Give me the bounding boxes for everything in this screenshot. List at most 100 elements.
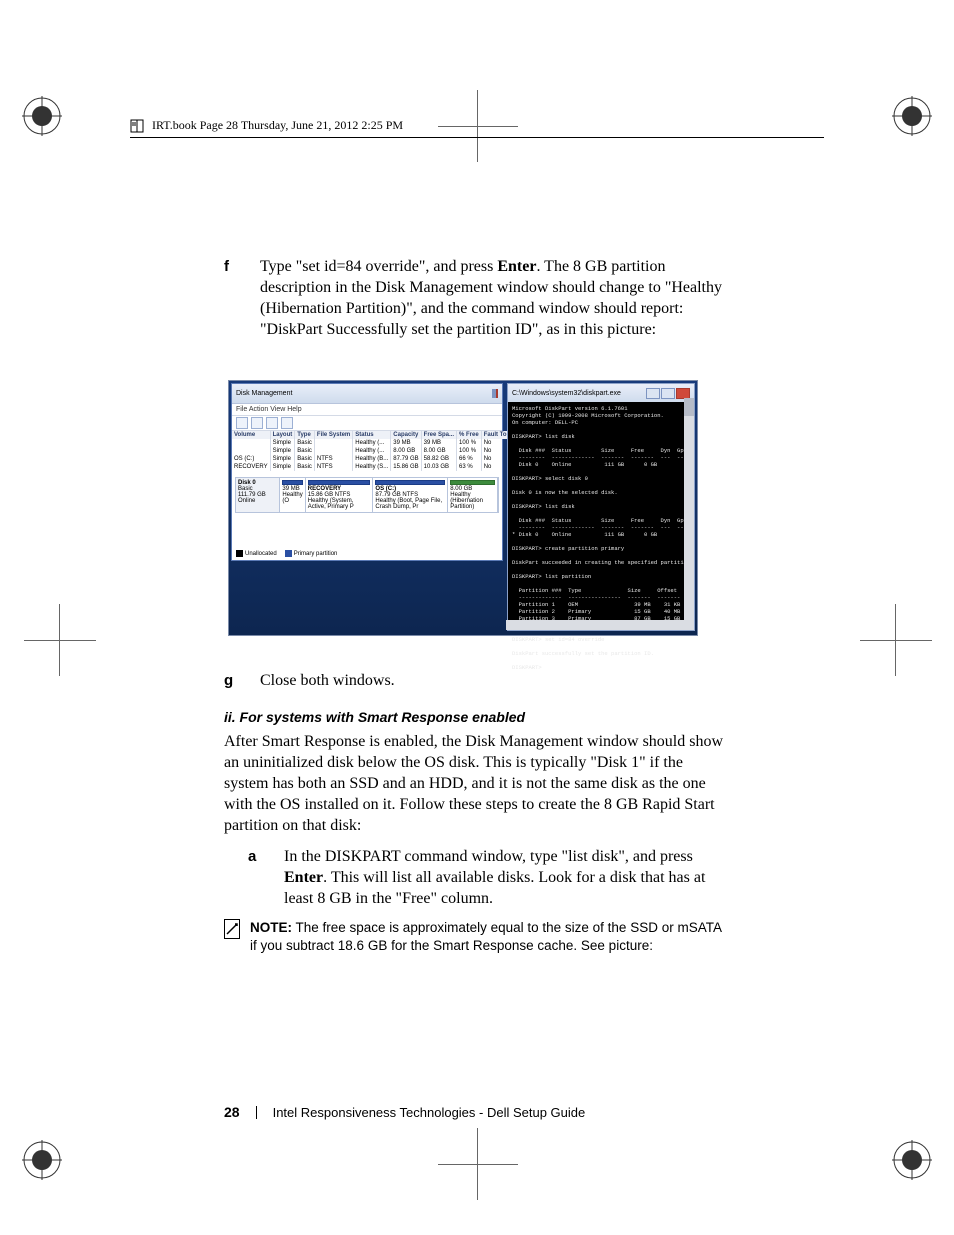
table-row[interactable]: SimpleBasicHealthy (...39 MB39 MB100 %No [232,439,530,447]
window-title: C:\Windows\system32\diskpart.exe [512,390,621,397]
legend: Unallocated Primary partition [236,550,337,557]
menu-bar[interactable]: File Action View Help [232,404,502,416]
document-page: IRT.book Page 28 Thursday, June 21, 2012… [0,0,954,1235]
sub-heading: ii. For systems with Smart Response enab… [224,709,726,725]
table-cell [314,439,352,447]
table-cell: Basic [295,439,315,447]
table-cell: NTFS [314,455,352,463]
table-cell: Basic [295,463,315,471]
partition-block[interactable]: RECOVERY 15.86 GB NTFS Healthy (System, … [306,478,374,512]
book-icon [130,119,144,133]
crop-mark-icon [438,1164,518,1165]
table-cell: 39 MB [391,439,421,447]
step-letter: f [224,256,246,340]
note-icon [224,919,240,939]
col-header[interactable]: Type [295,431,315,439]
col-header[interactable]: Capacity [391,431,421,439]
table-cell [232,447,270,455]
registration-mark-icon [22,96,62,136]
toolbar [232,416,502,431]
crop-mark-icon [477,1128,478,1200]
window-titlebar: C:\Windows\system32\diskpart.exe [508,384,694,402]
close-icon[interactable] [496,389,498,398]
help-icon[interactable] [281,417,293,429]
minimize-icon[interactable] [646,388,660,399]
terminal-output[interactable]: Microsoft DiskPart version 6.1.7601 Copy… [508,402,694,674]
table-cell: NTFS [314,463,352,471]
step-letter: g [224,670,246,691]
crop-mark-icon [895,604,896,676]
step-letter: a [248,846,270,909]
table-cell: 39 MB [421,439,456,447]
registration-mark-icon [892,1140,932,1180]
table-cell: Simple [270,455,295,463]
maximize-icon[interactable] [661,388,675,399]
page-number: 28 [224,1104,240,1120]
note-block: NOTE: The free space is approximately eq… [224,919,726,955]
note-text: NOTE: The free space is approximately eq… [250,919,726,955]
diskpart-command-window: C:\Windows\system32\diskpart.exe Microso… [507,383,695,631]
running-header-text: IRT.book Page 28 Thursday, June 21, 2012… [152,118,403,133]
back-icon[interactable] [236,417,248,429]
close-icon[interactable] [676,388,690,399]
table-row[interactable]: SimpleBasicHealthy (...8.00 GB8.00 GB100… [232,447,530,455]
partition-block[interactable]: 39 MB Healthy (O [280,478,305,512]
table-cell: Simple [270,463,295,471]
table-cell: 100 % [457,447,482,455]
footer-title: Intel Responsiveness Technologies - Dell… [273,1105,586,1120]
col-header[interactable]: Free Spa... [421,431,456,439]
table-cell: RECOVERY [232,463,270,471]
partition-block[interactable]: 8.00 GB Healthy (Hibernation Partition) [448,478,498,512]
table-cell: Simple [270,447,295,455]
window-titlebar: Disk Management [232,384,502,404]
body-paragraph: After Smart Response is enabled, the Dis… [224,731,726,836]
table-cell [314,447,352,455]
table-cell: 15.86 GB [391,463,421,471]
table-cell: 8.00 GB [391,447,421,455]
table-cell: Simple [270,439,295,447]
content-block: g Close both windows. ii. For systems wi… [224,670,726,955]
window-buttons [492,390,498,397]
disk-diagram: Disk 0 Basic 111.79 GB Online 39 MB Heal… [235,477,499,513]
table-cell: 10.03 GB [421,463,456,471]
step-g: g Close both windows. [224,670,726,691]
table-cell: OS (C:) [232,455,270,463]
step-text: Close both windows. [260,670,395,691]
col-header[interactable]: Layout [270,431,295,439]
col-header[interactable]: Status [353,431,391,439]
step-text: In the DISKPART command window, type "li… [284,846,726,909]
table-cell: 100 % [457,439,482,447]
content-block: f Type "set id=84 override", and press E… [224,256,726,350]
col-header[interactable]: File System [314,431,352,439]
scrollbar-thumb[interactable] [684,398,694,416]
scrollbar-vertical[interactable] [684,398,694,630]
refresh-icon[interactable] [266,417,278,429]
forward-icon[interactable] [251,417,263,429]
crop-mark-icon [59,604,60,676]
disk-management-window: Disk Management File Action View Help Vo… [231,383,503,561]
registration-mark-icon [22,1140,62,1180]
registration-mark-icon [892,96,932,136]
disk-label: Disk 0 Basic 111.79 GB Online [236,478,280,512]
table-row[interactable]: OS (C:)SimpleBasicNTFSHealthy (B...87.79… [232,455,530,463]
crop-mark-icon [24,640,96,641]
table-cell: 58.82 GB [421,455,456,463]
screenshot-figure: Disk Management File Action View Help Vo… [228,380,698,636]
col-header[interactable]: Volume [232,431,270,439]
partition-block[interactable]: OS (C:) 87.79 GB NTFS Healthy (Boot, Pag… [373,478,448,512]
table-cell [232,439,270,447]
table-cell: Healthy (B... [353,455,391,463]
col-header[interactable]: % Free [457,431,482,439]
legend-swatch-icon [285,550,292,557]
table-cell: 8.00 GB [421,447,456,455]
table-cell: Healthy (... [353,447,391,455]
crop-mark-icon [860,640,932,641]
page-footer: 28 Intel Responsiveness Technologies - D… [224,1104,585,1120]
window-title: Disk Management [236,390,292,397]
scrollbar-horizontal[interactable] [506,620,684,630]
table-cell: Basic [295,455,315,463]
running-header: IRT.book Page 28 Thursday, June 21, 2012… [130,118,824,138]
table-cell: 63 % [457,463,482,471]
volume-table: Volume Layout Type File System Status Ca… [232,431,531,471]
table-row[interactable]: RECOVERYSimpleBasicNTFSHealthy (S...15.8… [232,463,530,471]
